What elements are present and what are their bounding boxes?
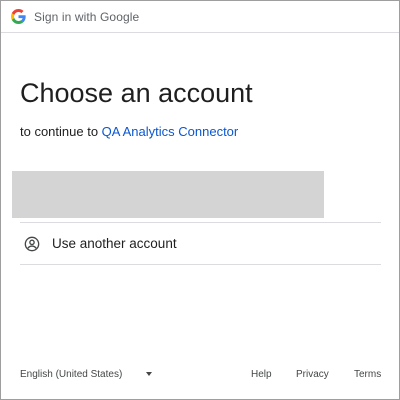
app-name-link[interactable]: QA Analytics Connector [102, 124, 239, 139]
use-another-account-label: Use another account [52, 236, 177, 251]
page-title: Choose an account [20, 78, 253, 108]
person-circle-icon [24, 236, 40, 252]
subtitle-prefix: to continue to [20, 124, 102, 139]
top-bar-title: Sign in with Google [34, 9, 140, 24]
subtitle: to continue to QA Analytics Connector [20, 124, 238, 139]
caret-down-icon [146, 372, 152, 376]
top-bar: Sign in with Google [1, 1, 399, 33]
sign-in-window: Sign in with Google Choose an account to… [0, 0, 400, 400]
use-another-account-button[interactable]: Use another account [20, 223, 381, 264]
google-g-icon [11, 9, 26, 24]
help-link[interactable]: Help [251, 363, 272, 385]
language-select-value: English (United States) [20, 368, 123, 380]
language-select[interactable]: English (United States) [20, 363, 158, 385]
divider [20, 264, 381, 265]
privacy-link[interactable]: Privacy [296, 363, 329, 385]
terms-link[interactable]: Terms [354, 363, 381, 385]
account-entry-redacted[interactable] [12, 171, 324, 218]
footer: English (United States) Help Privacy Ter… [1, 363, 399, 385]
